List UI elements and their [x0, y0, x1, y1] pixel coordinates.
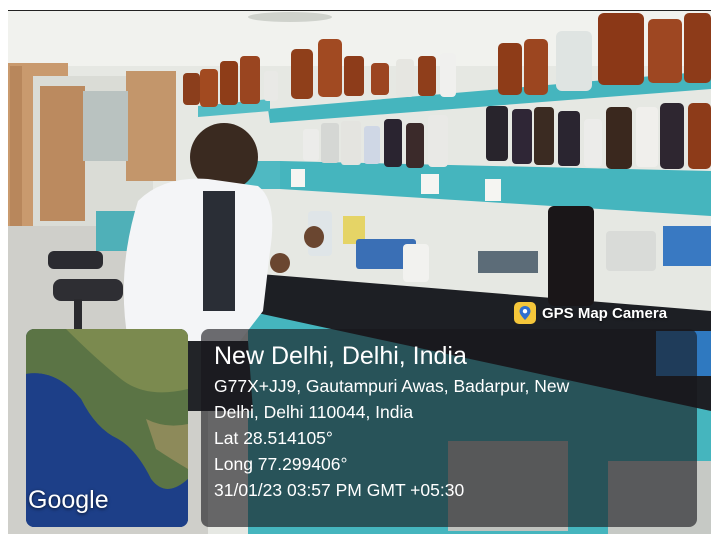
- google-logo: Google: [28, 486, 109, 514]
- lab-photo: GPS Map Camera Google New Delhi, Delhi, …: [8, 10, 711, 534]
- gps-app-name: GPS Map Camera: [542, 304, 668, 322]
- gps-map-camera-badge: GPS Map Camera: [514, 300, 667, 326]
- map-pin-icon: [514, 302, 536, 324]
- latitude: Lat 28.514105°: [214, 428, 333, 448]
- location-stamp-panel: New Delhi, Delhi, India G77X+JJ9, Gautam…: [201, 329, 697, 527]
- location-city: New Delhi, Delhi, India: [214, 342, 467, 370]
- timestamp: 31/01/23 03:57 PM GMT +05:30: [214, 480, 465, 500]
- map-thumbnail: Google: [26, 329, 188, 527]
- address-line-2: Delhi, Delhi 110044, India: [214, 402, 414, 422]
- longitude: Long 77.299406°: [214, 454, 348, 474]
- map-pin-glyph: [519, 306, 531, 320]
- address-line-1: G77X+JJ9, Gautampuri Awas, Badarpur, New: [214, 376, 570, 396]
